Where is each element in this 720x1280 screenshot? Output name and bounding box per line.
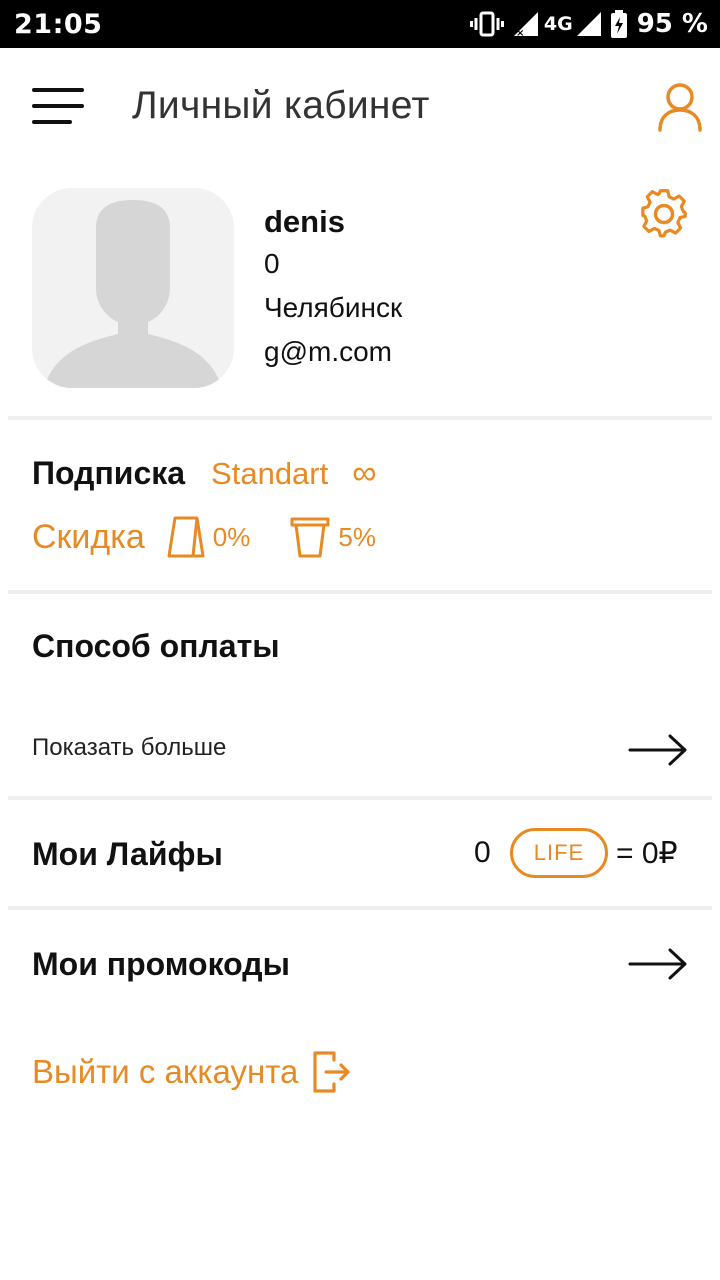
lifes-title: Мои Лайфы [32, 836, 223, 872]
signal-icon: × [513, 12, 538, 36]
discount-row: Скидка 0% 5% [32, 516, 376, 558]
page-title: Личный кабинет [132, 84, 430, 127]
signal-icon-2 [576, 12, 601, 36]
life-badge: LIFE [510, 828, 608, 878]
profile-info: denis 0 Челябинск g@m.com [264, 204, 402, 380]
discount-item: 0% [167, 516, 251, 558]
network-type: 4G [543, 13, 573, 35]
arrow-right-icon[interactable] [628, 732, 688, 768]
status-icons: × 4G 95 % [469, 9, 708, 39]
vibrate-icon [469, 11, 504, 37]
payment-section: Способ оплаты Показать больше [0, 594, 720, 794]
profile-name: denis [264, 204, 345, 239]
gear-icon[interactable] [638, 188, 690, 240]
logout-icon [313, 1051, 350, 1093]
lifes-count: 0 [474, 836, 491, 869]
cup-icon [290, 517, 330, 558]
discount-item: 5% [290, 516, 376, 558]
lifes-value: = 0₽ [616, 837, 678, 870]
discount-value: 0% [212, 521, 251, 552]
lifes-section: Мои Лайфы 0 LIFE = 0₽ [0, 800, 720, 906]
subscription-duration: ∞ [352, 454, 377, 492]
profile-section: denis 0 Челябинск g@m.com [0, 168, 720, 418]
subscription-label: Подписка [32, 455, 186, 491]
hamburger-menu-icon[interactable] [32, 88, 84, 124]
promo-title: Мои промокоды [32, 946, 290, 982]
user-icon[interactable] [656, 82, 704, 132]
status-time: 21:05 [14, 8, 103, 40]
paper-bag-icon [167, 516, 205, 558]
show-more-link[interactable]: Показать больше [32, 734, 226, 762]
discount-label: Скидка [32, 517, 145, 556]
mobile-signal: × 4G [513, 12, 601, 36]
profile-city: Челябинск [264, 292, 403, 323]
promo-section[interactable]: Мои промокоды [0, 910, 720, 1020]
battery-percent: 95 % [636, 9, 708, 39]
subscription-section: Подписка Standart ∞ Скидка 0% 5% [0, 420, 720, 588]
status-bar: 21:05 × 4G 95 % [0, 0, 720, 48]
avatar-placeholder-icon [32, 188, 234, 388]
app-bar: Личный кабинет [0, 48, 720, 168]
avatar[interactable] [32, 188, 234, 388]
subscription-plan: Standart [211, 455, 329, 491]
arrow-right-icon[interactable] [628, 946, 688, 982]
battery-charging-icon [610, 10, 627, 38]
discount-value: 5% [338, 521, 376, 552]
subscription-row: Подписка Standart ∞ [32, 454, 377, 493]
logout-button[interactable]: Выйти с аккаунта [32, 1050, 352, 1094]
logout-label: Выйти с аккаунта [32, 1053, 299, 1090]
profile-number: 0 [264, 248, 280, 279]
svg-text:×: × [516, 28, 524, 36]
payment-title: Способ оплаты [32, 628, 280, 664]
profile-email: g@m.com [264, 336, 392, 367]
